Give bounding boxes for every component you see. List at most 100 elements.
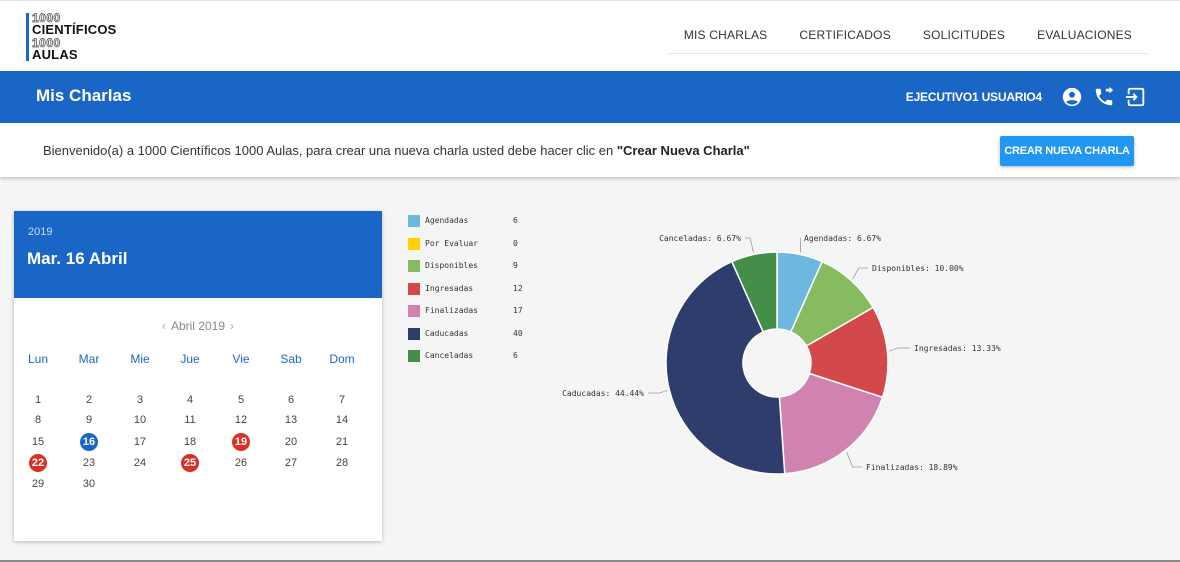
legend-item[interactable]: Caducadas 40 [408, 327, 528, 342]
legend-label: Finalizadas [425, 306, 478, 315]
main-content: 2019 Mar. 16 Abril ‹ Abril 2019 › Lun Mar Mi… [0, 177, 1180, 562]
slice-label: Disponibles: 10.00% [872, 264, 964, 273]
calendar-day-30[interactable]: 30 [79, 476, 99, 492]
calendar-day-6[interactable]: 6 [281, 392, 301, 408]
calendar-day-9[interactable]: 9 [79, 412, 99, 428]
calendar-selected-date: Mar. 16 Abril [27, 249, 128, 268]
calendar-day-5[interactable]: 5 [231, 392, 251, 408]
calendar-day-29[interactable]: 29 [28, 476, 48, 492]
legend-label: Disponibles [425, 261, 478, 270]
legend-value: 6 [513, 216, 518, 225]
slice-label: Caducadas: 44.44% [562, 389, 644, 398]
legend-swatch [408, 260, 420, 272]
calendar-day-28[interactable]: 28 [332, 455, 352, 471]
logout-icon[interactable] [1122, 84, 1150, 110]
legend-item[interactable]: Por Evaluar 0 [408, 237, 528, 252]
weekday-dom: Dom [329, 352, 355, 366]
legend-item[interactable]: Ingresadas 12 [408, 282, 528, 297]
legend-item[interactable]: Agendadas 6 [408, 215, 528, 229]
calendar-day-15[interactable]: 15 [28, 434, 48, 450]
nav-solicitudes[interactable]: SOLICITUDES [907, 18, 1021, 53]
calendar-day-10[interactable]: 10 [130, 412, 150, 428]
logo[interactable]: 1000 CIENTÍFICOS 1000 AULAS [26, 9, 126, 65]
calendar-day-14[interactable]: 14 [332, 412, 352, 428]
create-charla-button[interactable]: CREAR NUEVA CHARLA [1000, 136, 1134, 166]
calendar-year[interactable]: 2019 [28, 226, 52, 238]
calendar-day-19[interactable]: 19 [232, 433, 250, 451]
slice-leader-line [852, 267, 868, 280]
status-donut-chart: Agendadas: 6.67% Disponibles: 10.00% Ingre… [562, 234, 1001, 475]
calendar-day-20[interactable]: 20 [281, 434, 301, 450]
welcome-bar: Bienvenido(a) a 1000 Científicos 1000 Au… [0, 123, 1180, 177]
legend-item[interactable]: Canceladas 6 [408, 350, 528, 364]
calendar-day-17[interactable]: 17 [130, 434, 150, 450]
calendar-day-25[interactable]: 25 [181, 454, 199, 472]
legend-label: Canceladas [425, 351, 474, 360]
calendar-day-11[interactable]: 11 [180, 412, 200, 428]
calendar-day-24[interactable]: 24 [130, 455, 150, 471]
legend-value: 40 [513, 328, 523, 338]
legend-value: 9 [513, 261, 518, 270]
page-title: Mis Charlas [36, 86, 132, 105]
legend-value: 12 [513, 283, 523, 293]
legend-label: Agendadas [425, 216, 469, 225]
legend-value: 0 [513, 238, 518, 248]
calendar-day-12[interactable]: 12 [231, 412, 251, 428]
weekday-mie: Mie [130, 352, 150, 366]
slice-leader-line [846, 451, 862, 468]
calendar-day-16[interactable]: 16 [80, 433, 98, 451]
calendar-day-7[interactable]: 7 [332, 392, 352, 408]
account-circle-icon[interactable] [1058, 84, 1086, 110]
page-header-bar: Mis Charlas EJECUTIVO1 USUARIO4 [0, 71, 1180, 123]
legend-swatch [408, 237, 420, 250]
calendar-day-22[interactable]: 22 [29, 454, 47, 472]
slice-leader-line [745, 237, 754, 253]
calendar-header: 2019 Mar. 16 Abril [14, 211, 382, 298]
nav-evaluaciones[interactable]: EVALUACIONES [1021, 18, 1148, 53]
calendar-day-3[interactable]: 3 [130, 392, 150, 408]
welcome-text: Bienvenido(a) a 1000 Científicos 1000 Au… [43, 143, 617, 158]
legend-swatch [408, 350, 420, 362]
legend-swatch [408, 215, 420, 227]
slice-label: Agendadas: 6.67% [804, 234, 881, 243]
calendar-day-23[interactable]: 23 [79, 455, 99, 471]
legend-item[interactable]: Disponibles 9 [408, 260, 528, 274]
calendar-day-13[interactable]: 13 [281, 412, 301, 428]
calendar-day-1[interactable]: 1 [28, 392, 48, 408]
calendar-day-27[interactable]: 27 [281, 455, 301, 471]
legend-value: 6 [513, 351, 518, 360]
user-area: EJECUTIVO1 USUARIO4 [906, 84, 1150, 110]
legend-swatch [408, 327, 420, 340]
calendar-card: 2019 Mar. 16 Abril ‹ Abril 2019 › Lun Mar Mi… [14, 211, 382, 541]
slice-leader-line [648, 389, 668, 394]
slice-label: Finalizadas: 18.89% [866, 463, 958, 472]
legend-label: Caducadas [425, 328, 469, 338]
calendar-day-2[interactable]: 2 [79, 392, 99, 408]
weekday-mar: Mar [78, 352, 100, 366]
chevron-right-icon[interactable]: › [230, 319, 234, 333]
chevron-left-icon[interactable]: ‹ [162, 319, 166, 333]
calendar-day-8[interactable]: 8 [28, 412, 48, 428]
calendar-month-label: Abril 2019 [170, 319, 226, 333]
weekday-sab: Sab [280, 352, 302, 366]
top-navbar: 1000 CIENTÍFICOS 1000 AULAS MIS CHARLAS … [0, 0, 1180, 71]
main-nav: MIS CHARLAS CERTIFICADOS SOLICITUDES EVA… [667, 18, 1148, 54]
nav-mis-charlas[interactable]: MIS CHARLAS [668, 18, 784, 53]
slice-leader-line [889, 347, 910, 352]
weekday-lun: Lun [27, 352, 49, 366]
legend-value: 17 [513, 306, 523, 315]
welcome-message: Bienvenido(a) a 1000 Científicos 1000 Au… [43, 143, 750, 158]
nav-certificados[interactable]: CERTIFICADOS [783, 18, 907, 53]
legend-swatch [408, 305, 420, 317]
weekday-vie: Vie [232, 352, 250, 366]
welcome-emphasis: "Crear Nueva Charla" [616, 143, 750, 158]
calendar-day-4[interactable]: 4 [180, 392, 200, 408]
calendar-day-21[interactable]: 21 [332, 434, 352, 450]
calendar-day-18[interactable]: 18 [180, 434, 200, 450]
slice-label: Canceladas: 6.67% [659, 234, 741, 243]
calendar-day-26[interactable]: 26 [231, 455, 251, 471]
logo-accent-bar [26, 13, 29, 61]
user-name: EJECUTIVO1 USUARIO4 [905, 90, 1042, 104]
legend-item[interactable]: Finalizadas 17 [408, 305, 528, 319]
phone-forward-icon[interactable] [1090, 84, 1118, 110]
